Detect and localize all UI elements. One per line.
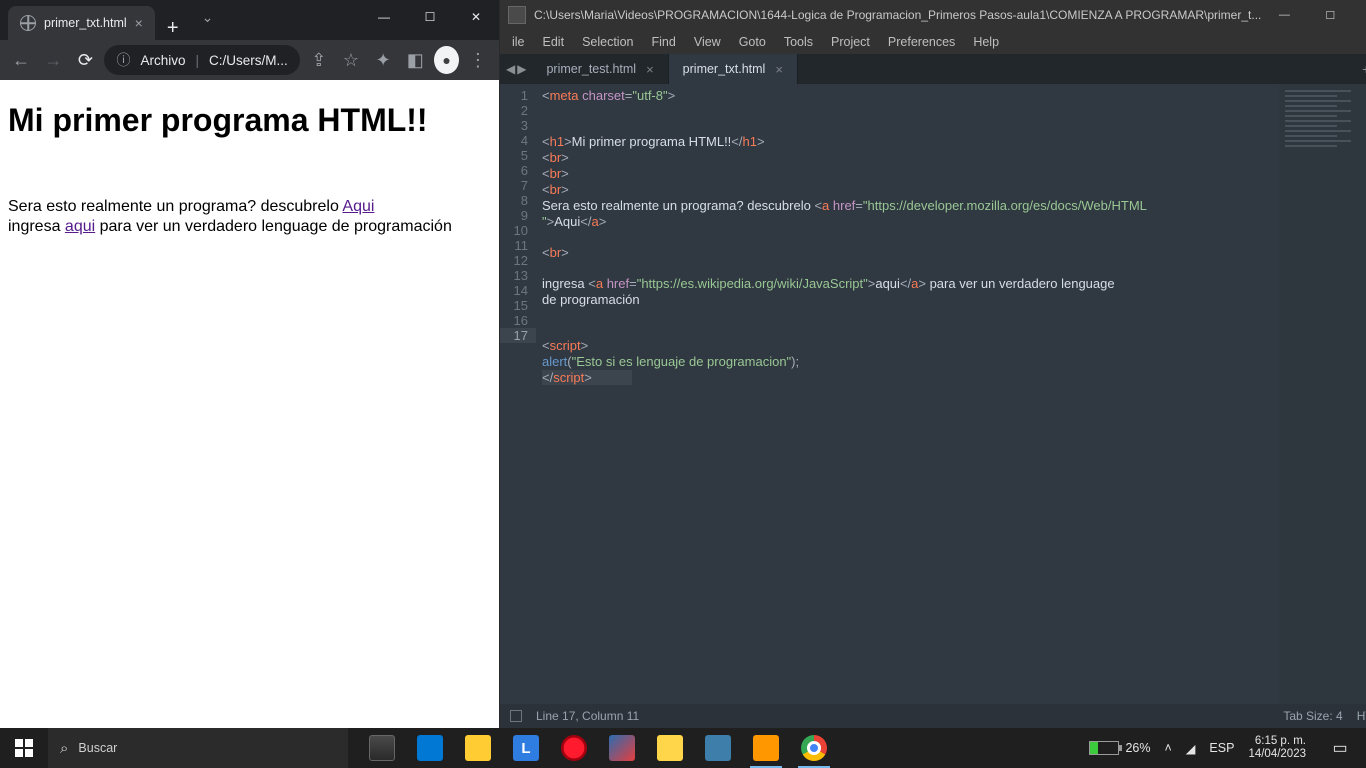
status-cursor: Line 17, Column 11 <box>536 709 639 723</box>
sublime-logo-icon <box>508 6 526 24</box>
app-blue-icon[interactable] <box>694 728 742 768</box>
sidepanel-icon[interactable]: ◧ <box>402 45 428 75</box>
close-button[interactable]: ✕ <box>1353 0 1366 30</box>
sublime-window-controls: — ☐ ✕ <box>1261 0 1366 30</box>
explorer-icon[interactable] <box>454 728 502 768</box>
wifi-icon[interactable]: ◢ <box>1186 741 1196 756</box>
sublime-statusbar: Line 17, Column 11 Tab Size: 4 HTML <box>500 704 1366 728</box>
sublime-taskbar-icon[interactable] <box>742 728 790 768</box>
bookmark-icon[interactable]: ☆ <box>338 45 364 75</box>
gutter: 1234567891011121314151617 <box>500 84 536 704</box>
info-icon: ⓘ <box>116 50 130 70</box>
search-icon: ⌕ <box>60 740 68 757</box>
omnibox[interactable]: ⓘ Archivo | C:/Users/M... <box>104 45 299 75</box>
taskbar-search[interactable]: ⌕ Buscar <box>48 728 348 768</box>
windows-taskbar: ⌕ Buscar L 26% ˄ ◢ ESP 6:15 p. m. <box>0 728 1366 768</box>
app-l-icon[interactable]: L <box>502 728 550 768</box>
code-area[interactable]: <meta charset="utf-8"> <h1>Mi primer pro… <box>536 84 1279 704</box>
status-checkbox[interactable] <box>510 710 522 722</box>
menu-tools[interactable]: Tools <box>784 35 813 49</box>
omnibox-scheme: Archivo <box>140 53 185 68</box>
start-button[interactable] <box>0 728 48 768</box>
battery-pct: 26% <box>1125 741 1150 755</box>
language-indicator[interactable]: ESP <box>1209 741 1234 755</box>
clock[interactable]: 6:15 p. m. 14/04/2023 <box>1248 735 1306 761</box>
page-title: Mi primer programa HTML!! <box>8 102 491 139</box>
menu-edit[interactable]: Edit <box>543 35 565 49</box>
editor-tab[interactable]: primer_test.html × <box>532 54 668 84</box>
opera-icon[interactable] <box>550 728 598 768</box>
ingresa-link[interactable]: aqui <box>65 218 95 235</box>
sublime-title: C:\Users\Maria\Videos\PROGRAMACION\1644-… <box>534 8 1261 22</box>
tabs-chevron-icon[interactable]: ⌄ <box>191 9 225 32</box>
editor-tab-label: primer_test.html <box>546 62 636 76</box>
battery-indicator[interactable]: 26% <box>1089 741 1150 755</box>
chrome-window: primer_txt.html × + ⌄ — ☐ ✕ ← → ⟳ <box>0 0 500 728</box>
minimap[interactable] <box>1279 84 1366 704</box>
system-tray: 26% ˄ ◢ ESP 6:15 p. m. 14/04/2023 ▭ <box>1089 735 1366 761</box>
reload-button[interactable]: ⟳ <box>72 45 98 75</box>
maximize-button[interactable]: ☐ <box>407 0 453 34</box>
sublime-tabs: ◀ ▶ primer_test.html×primer_txt.html× + … <box>500 54 1366 84</box>
menu-dots-icon[interactable]: ⋮ <box>465 45 491 75</box>
minimize-button[interactable]: — <box>361 0 407 34</box>
chrome-page: Mi primer programa HTML!! Sera esto real… <box>0 80 499 728</box>
menu-help[interactable]: Help <box>973 35 999 49</box>
forward-button[interactable]: → <box>40 45 66 75</box>
minimize-button[interactable]: — <box>1261 0 1307 30</box>
chrome-tab-title: primer_txt.html <box>44 16 127 30</box>
tray-chevron-icon[interactable]: ˄ <box>1164 741 1171 755</box>
chrome-taskbar-icon[interactable] <box>790 728 838 768</box>
menu-goto[interactable]: Goto <box>739 35 766 49</box>
chrome-window-controls: — ☐ ✕ <box>361 0 499 34</box>
chrome-toolbar: ← → ⟳ ⓘ Archivo | C:/Users/M... ⇪ ☆ ✦ ◧ … <box>0 40 499 80</box>
editor-tab[interactable]: primer_txt.html × <box>669 54 798 84</box>
profile-avatar[interactable]: ● <box>434 46 458 74</box>
maximize-button[interactable]: ☐ <box>1307 0 1353 30</box>
menu-project[interactable]: Project <box>831 35 870 49</box>
search-placeholder: Buscar <box>78 741 117 755</box>
status-tabsize[interactable]: Tab Size: 4 <box>1283 709 1342 723</box>
new-file-icon[interactable]: + <box>1362 61 1366 77</box>
menu-ile[interactable]: ile <box>512 35 525 49</box>
share-icon[interactable]: ⇪ <box>306 45 332 75</box>
page-paragraph-1: Sera esto realmente un programa? descubr… <box>8 197 491 217</box>
taskview-icon[interactable] <box>358 728 406 768</box>
sticky-notes-icon[interactable] <box>646 728 694 768</box>
tab-close-icon[interactable]: × <box>775 62 783 77</box>
notifications-icon[interactable]: ▭ <box>1320 738 1360 758</box>
mail-app-icon[interactable] <box>406 728 454 768</box>
editor[interactable]: 1234567891011121314151617 <meta charset=… <box>500 84 1366 704</box>
app-red-icon[interactable] <box>598 728 646 768</box>
menu-preferences[interactable]: Preferences <box>888 35 955 49</box>
menu-selection[interactable]: Selection <box>582 35 633 49</box>
page-paragraph-2: ingresa aqui para ver un verdadero lengu… <box>8 217 491 237</box>
descubrelo-link[interactable]: Aqui <box>342 198 374 215</box>
menu-find[interactable]: Find <box>652 35 676 49</box>
tab-prev-icon[interactable]: ◀ <box>506 62 515 76</box>
omnibox-path: C:/Users/M... <box>209 53 288 68</box>
globe-icon <box>20 15 36 31</box>
sublime-menu: ile Edit Selection Find View Goto Tools Project… <box>500 30 1366 54</box>
back-button[interactable]: ← <box>8 45 34 75</box>
extensions-icon[interactable]: ✦ <box>370 45 396 75</box>
editor-tab-label: primer_txt.html <box>683 62 766 76</box>
tab-close-icon[interactable]: × <box>646 62 654 77</box>
taskbar-apps: L <box>348 728 1089 768</box>
tab-next-icon[interactable]: ▶ <box>517 62 526 76</box>
tab-close-icon[interactable]: × <box>135 15 143 31</box>
chrome-tab[interactable]: primer_txt.html × <box>8 6 155 40</box>
sublime-window: C:\Users\Maria\Videos\PROGRAMACION\1644-… <box>500 0 1366 728</box>
chrome-tab-strip: primer_txt.html × + ⌄ — ☐ ✕ <box>0 0 499 40</box>
sublime-titlebar: C:\Users\Maria\Videos\PROGRAMACION\1644-… <box>500 0 1366 30</box>
menu-view[interactable]: View <box>694 35 721 49</box>
new-tab-button[interactable]: + <box>155 17 191 40</box>
close-button[interactable]: ✕ <box>453 0 499 34</box>
status-lang[interactable]: HTML <box>1357 709 1366 723</box>
